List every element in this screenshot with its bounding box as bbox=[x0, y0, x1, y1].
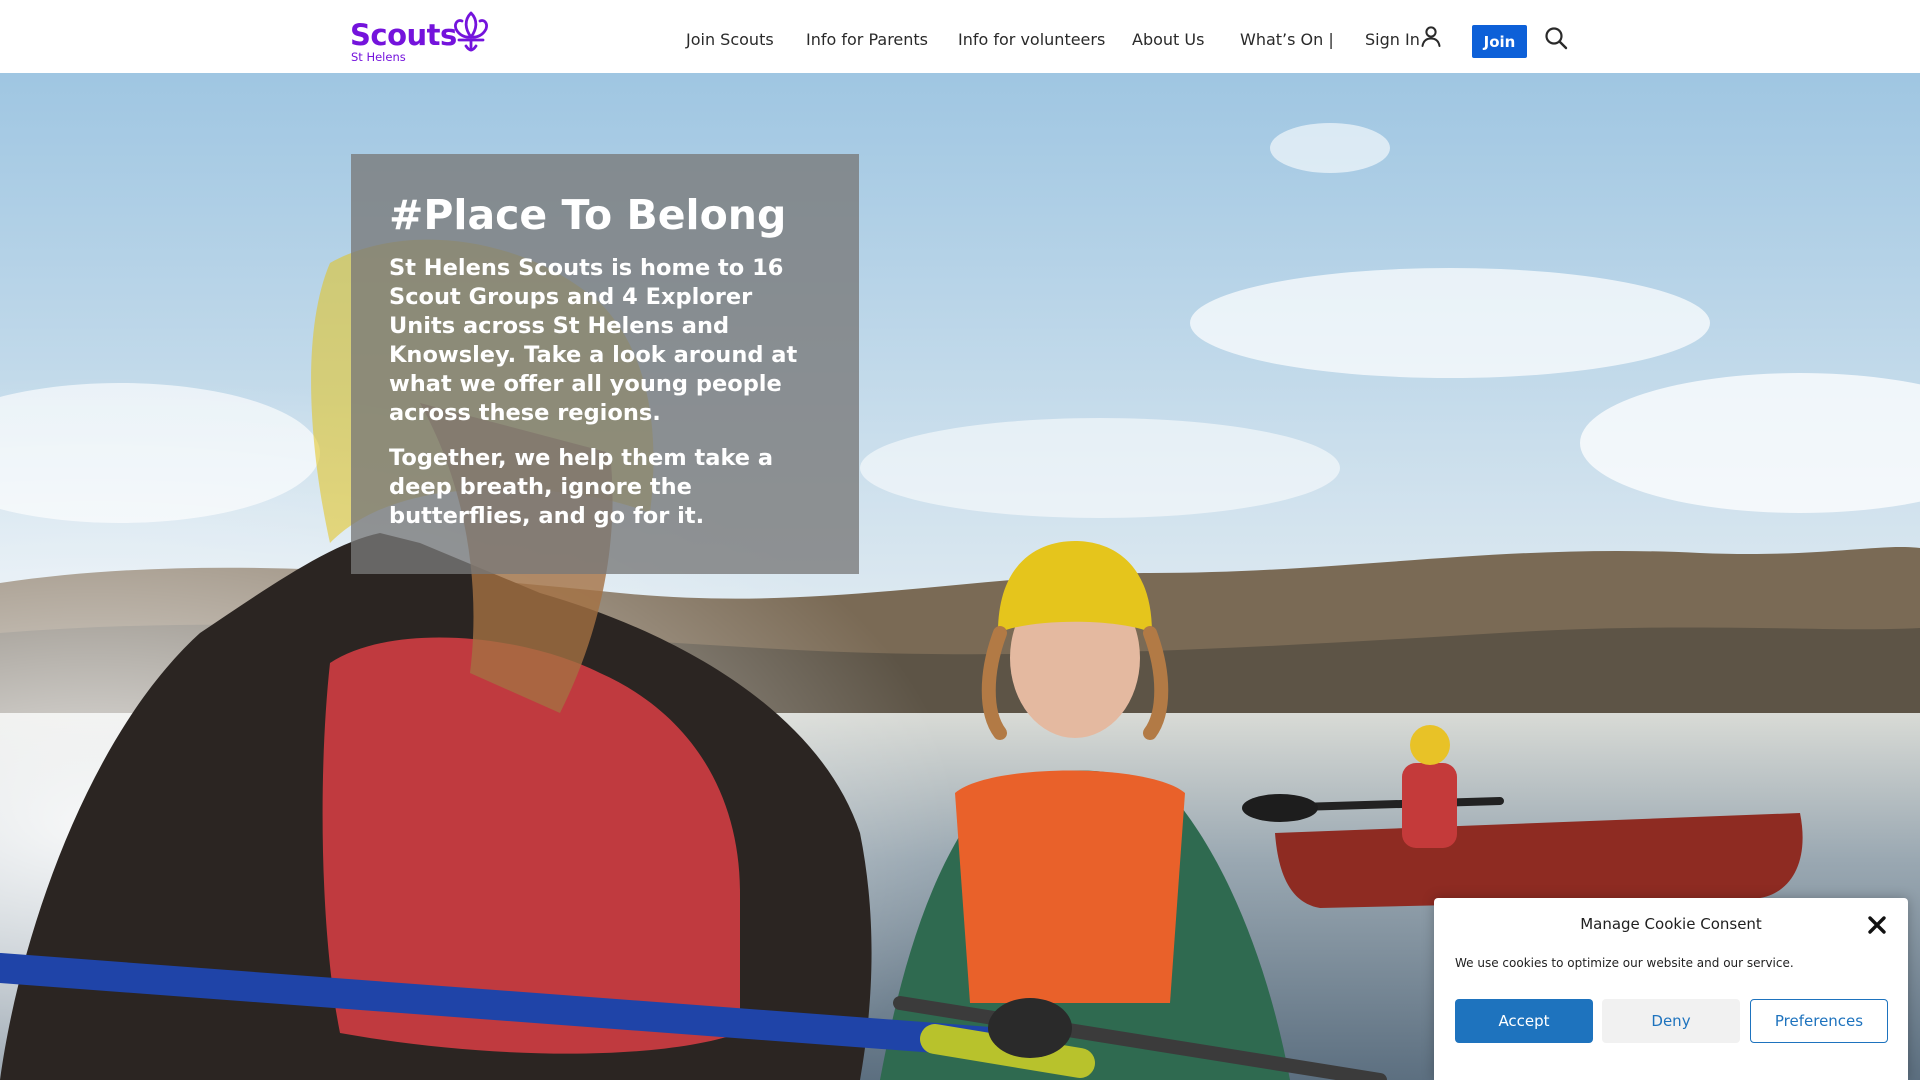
hero-paragraph: Together, we help them take a deep breat… bbox=[389, 445, 774, 529]
join-button[interactable]: Join bbox=[1472, 25, 1527, 58]
search-icon[interactable] bbox=[1544, 26, 1568, 50]
deny-cookies-button[interactable]: Deny bbox=[1602, 999, 1740, 1043]
close-icon[interactable] bbox=[1866, 914, 1888, 936]
fleur-de-lis-icon bbox=[454, 11, 488, 52]
cookie-title: Manage Cookie Consent bbox=[1580, 915, 1762, 933]
nav-about-us[interactable]: About Us bbox=[1132, 30, 1204, 49]
hero-paragraph: St Helens Scouts is home to 16 Scout Gro… bbox=[389, 255, 798, 426]
logo-subtitle: St Helens bbox=[351, 50, 406, 64]
cookie-consent-banner: Manage Cookie Consent We use cookies to … bbox=[1434, 898, 1908, 1080]
nav-join-scouts[interactable]: Join Scouts bbox=[686, 30, 774, 49]
cookie-preferences-button[interactable]: Preferences bbox=[1750, 999, 1888, 1043]
nav-info-for-volunteers[interactable]: Info for volunteers bbox=[958, 30, 1105, 49]
nav-sign-in[interactable]: Sign In bbox=[1365, 30, 1420, 49]
hero-intro-box: #Place To Belong St Helens Scouts is hom… bbox=[351, 154, 859, 574]
accept-cookies-button[interactable]: Accept bbox=[1455, 999, 1593, 1043]
scouts-logo[interactable]: Scouts St Helens bbox=[350, 8, 500, 66]
hero-title: #Place To Belong bbox=[389, 191, 787, 239]
logo-wordmark: Scouts bbox=[350, 18, 457, 52]
site-header: Scouts St Helens Join Scouts Info for Pa… bbox=[0, 0, 1920, 73]
nav-info-for-parents[interactable]: Info for Parents bbox=[806, 30, 928, 49]
nav-whats-on[interactable]: What’s On | bbox=[1240, 30, 1334, 49]
cookie-description: We use cookies to optimize our website a… bbox=[1455, 956, 1794, 970]
user-icon[interactable] bbox=[1420, 25, 1442, 49]
